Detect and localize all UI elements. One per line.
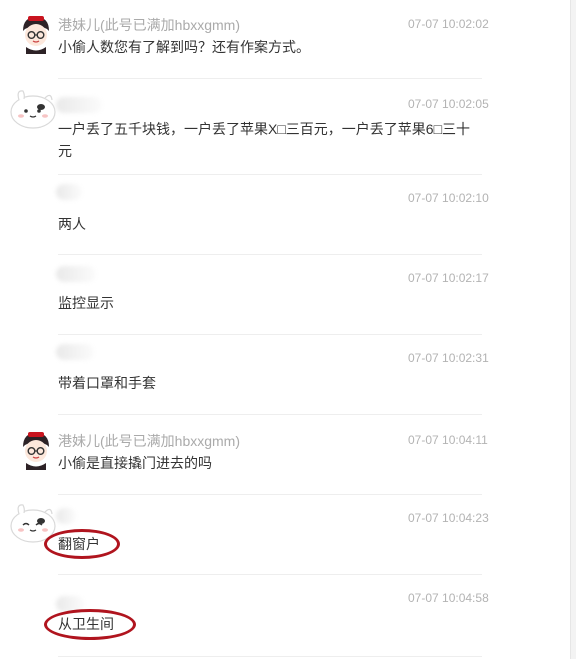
message-text: 一户丢了五千块钱，一户丢了苹果X□三百元，一户丢了苹果6□三十元 xyxy=(58,121,471,159)
resident-avatar[interactable] xyxy=(8,86,58,130)
sender-name-redacted xyxy=(56,266,96,282)
divider xyxy=(58,78,482,79)
message-text: 带着口罩和手套 xyxy=(58,375,156,391)
chat-message: 07-07 10:04:23 翻窗户 xyxy=(0,496,576,576)
sender-name[interactable]: 港妹儿(此号已满加hbxxgmm) xyxy=(58,431,240,451)
timestamp: 07-07 10:04:11 xyxy=(408,433,488,447)
timestamp: 07-07 10:04:58 xyxy=(408,591,489,605)
chat-message: 07-07 10:02:17 监控显示 xyxy=(0,256,576,336)
divider xyxy=(58,414,482,415)
timestamp: 07-07 10:02:17 xyxy=(408,271,489,285)
sender-name[interactable]: 港妹儿(此号已满加hbxxgmm) xyxy=(58,15,240,35)
sender-name-redacted xyxy=(56,508,76,524)
message-text: 监控显示 xyxy=(58,295,114,311)
reporter-avatar[interactable] xyxy=(14,10,58,54)
divider xyxy=(58,574,482,575)
message-text: 小偷人数您有了解到吗？还有作案方式。 xyxy=(58,39,310,55)
sender-name-redacted xyxy=(56,97,102,113)
timestamp: 07-07 10:02:10 xyxy=(408,191,489,205)
divider xyxy=(58,494,482,495)
timestamp: 07-07 10:04:23 xyxy=(408,511,489,525)
divider xyxy=(58,334,482,335)
timestamp: 07-07 10:02:31 xyxy=(408,351,489,365)
timestamp: 07-07 10:02:02 xyxy=(408,17,489,31)
divider xyxy=(58,254,482,255)
divider xyxy=(58,656,482,657)
message-text: 翻窗户 xyxy=(58,536,100,552)
divider xyxy=(58,174,482,175)
sender-name-redacted xyxy=(56,344,94,360)
message-text: 两人 xyxy=(58,216,86,232)
chat-message: 07-07 10:02:05 一户丢了五千块钱，一户丢了苹果X□三百元，一户丢了… xyxy=(0,80,576,176)
chat-message: 07-07 10:02:31 带着口罩和手套 xyxy=(0,336,576,416)
highlight-circle xyxy=(44,529,120,559)
chat-message: 07-07 10:02:10 两人 xyxy=(0,176,576,256)
chat-message: 港妹儿(此号已满加hbxxgmm) 07-07 10:04:11 小偷是直接撬门… xyxy=(0,416,576,496)
message-text: 小偷是直接撬门进去的吗 xyxy=(58,455,212,471)
chat-message: 港妹儿(此号已满加hbxxgmm) 07-07 10:02:02 小偷人数您有了… xyxy=(0,0,576,80)
timestamp: 07-07 10:02:05 xyxy=(408,97,489,111)
chat-message: 07-07 10:04:58 从卫生间 xyxy=(0,576,576,659)
sender-name-redacted xyxy=(56,184,82,200)
reporter-avatar[interactable] xyxy=(14,426,58,470)
highlight-circle xyxy=(44,609,136,640)
